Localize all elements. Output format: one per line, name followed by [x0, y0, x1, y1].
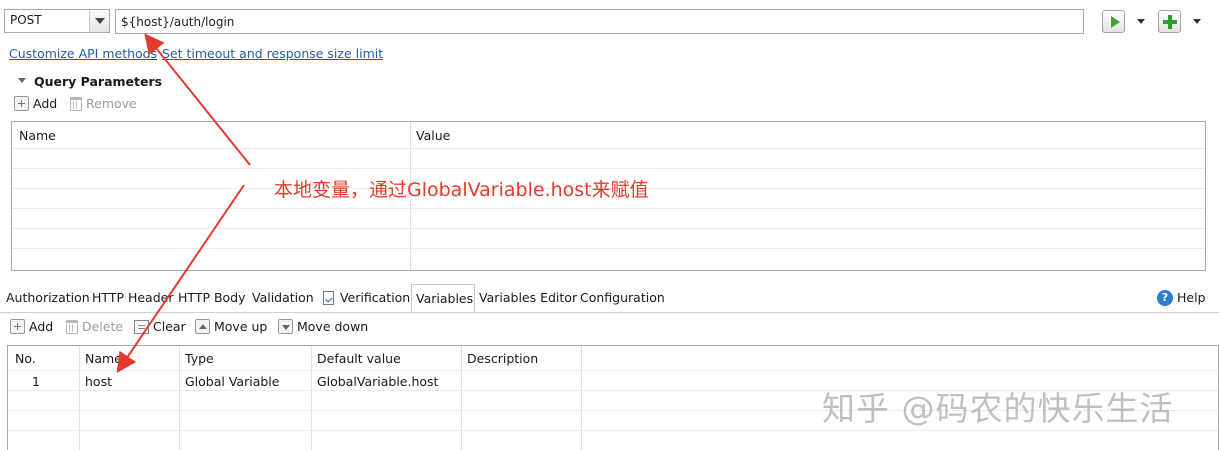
tab-configuration[interactable]: Configuration [580, 290, 665, 305]
url-input[interactable] [115, 9, 1084, 34]
column-header-default-value: Default value [317, 351, 401, 366]
row-default-value: GlobalVariable.host [317, 374, 439, 389]
arrow-down-icon [278, 319, 293, 334]
variable-clear-button[interactable]: Clear [134, 319, 186, 334]
tab-http-body[interactable]: HTTP Body [178, 290, 246, 305]
variable-clear-label: Clear [153, 319, 186, 334]
arrow-up-icon [195, 319, 210, 334]
collapse-triangle-icon[interactable] [18, 78, 26, 83]
trash-icon [66, 319, 78, 334]
row-type: Global Variable [185, 374, 280, 389]
plus-icon [10, 319, 25, 334]
row-no: 1 [32, 374, 40, 389]
tab-authorization[interactable]: Authorization [6, 290, 90, 305]
column-header-type: Type [185, 351, 214, 366]
timeout-settings-link[interactable]: Set timeout and response size limit [162, 46, 383, 61]
column-header-value: Value [416, 128, 451, 143]
row-name: host [85, 374, 112, 389]
watermark: 知乎 @码农的快乐生活 [822, 389, 1174, 428]
tab-variables[interactable]: Variables [411, 284, 475, 313]
tab-validation[interactable]: Validation [252, 290, 314, 305]
add-request-button[interactable] [1158, 10, 1181, 33]
column-header-name: Name [85, 351, 122, 366]
clear-list-icon [134, 319, 149, 334]
query-parameters-title: Query Parameters [34, 74, 163, 89]
query-remove-label: Remove [86, 96, 137, 111]
variable-delete-button[interactable]: Delete [66, 319, 123, 334]
variable-add-label: Add [29, 319, 54, 334]
trash-icon [70, 96, 82, 111]
plus-icon [14, 96, 29, 111]
column-header-name: Name [19, 128, 56, 143]
tab-http-header[interactable]: HTTP Header [92, 290, 173, 305]
variable-move-down-label: Move down [297, 319, 369, 334]
verification-script-icon [323, 291, 334, 305]
variable-delete-label: Delete [82, 319, 124, 334]
run-options-chevron-icon[interactable] [1137, 19, 1145, 24]
annotation-text: 本地变量，通过GlobalVariable.host来赋值 [274, 179, 649, 201]
help-icon[interactable]: ? [1157, 290, 1173, 306]
query-remove-button[interactable]: Remove [70, 96, 137, 111]
customize-methods-link[interactable]: Customize API methods [9, 46, 157, 61]
variable-move-up-label: Move up [214, 319, 268, 334]
variable-move-down-button[interactable]: Move down [278, 319, 368, 334]
query-add-label: Add [33, 96, 58, 111]
tab-verification[interactable]: Verification [340, 290, 410, 305]
add-options-chevron-icon[interactable] [1193, 19, 1201, 24]
help-link[interactable]: Help [1177, 290, 1206, 305]
query-add-button[interactable]: Add [14, 96, 57, 111]
chevron-down-icon[interactable] [89, 10, 109, 32]
column-header-no: No. [15, 351, 36, 366]
variable-add-button[interactable]: Add [10, 319, 53, 334]
method-select[interactable]: POST [4, 9, 110, 33]
column-header-description: Description [467, 351, 539, 366]
tab-variables-label: Variables [416, 291, 474, 306]
run-button[interactable] [1102, 10, 1125, 33]
variable-move-up-button[interactable]: Move up [195, 319, 267, 334]
tab-variables-editor[interactable]: Variables Editor [479, 290, 577, 305]
method-value: POST [10, 13, 42, 27]
